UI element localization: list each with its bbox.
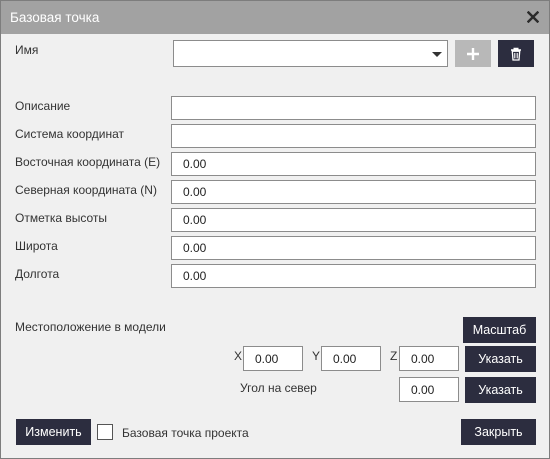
name-label: Имя (15, 43, 39, 57)
x-axis-label: X (234, 349, 243, 363)
base-point-dialog: Базовая точка Имя Описание Система коорд… (0, 0, 550, 459)
pick-location-button[interactable]: Указать (465, 346, 536, 372)
northing-label: Северная координата (N) (15, 183, 157, 197)
close-dialog-button[interactable]: Закрыть (461, 419, 536, 445)
north-angle-field[interactable] (399, 377, 459, 402)
delete-name-button[interactable] (498, 40, 534, 67)
plus-icon (467, 47, 479, 60)
coord-system-field[interactable] (171, 124, 536, 148)
latitude-label: Широта (15, 239, 58, 253)
z-coordinate-field[interactable] (399, 346, 459, 371)
elevation-field[interactable] (171, 208, 536, 232)
title-bar[interactable]: Базовая точка (1, 1, 549, 34)
close-icon (527, 11, 539, 23)
add-name-button[interactable] (455, 40, 491, 67)
elevation-label: Отметка высоты (15, 211, 108, 225)
latitude-field[interactable] (171, 236, 536, 260)
description-field[interactable] (171, 96, 536, 120)
easting-label: Восточная координата (E) (15, 155, 161, 169)
pick-north-angle-button[interactable]: Указать (465, 377, 536, 403)
project-base-point-checkbox[interactable] (97, 424, 113, 440)
northing-field[interactable] (171, 180, 536, 204)
modify-button[interactable]: Изменить (16, 419, 91, 445)
north-angle-label: Угол на север (240, 381, 317, 395)
x-coordinate-field[interactable] (243, 346, 303, 371)
z-axis-label: Z (390, 349, 398, 363)
y-coordinate-field[interactable] (321, 346, 381, 371)
longitude-label: Долгота (15, 267, 60, 281)
scale-button[interactable]: Масштаб (463, 317, 536, 343)
description-label: Описание (15, 99, 71, 113)
chevron-down-icon (432, 52, 442, 57)
model-location-label: Местоположение в модели (15, 320, 166, 334)
coord-system-label: Система координат (15, 127, 125, 141)
trash-icon (511, 47, 521, 61)
longitude-field[interactable] (171, 264, 536, 288)
project-base-point-label: Базовая точка проекта (122, 426, 249, 440)
easting-field[interactable] (171, 152, 536, 176)
close-button[interactable] (523, 7, 543, 27)
name-select[interactable] (173, 40, 448, 67)
y-axis-label: Y (312, 349, 321, 363)
dialog-title: Базовая точка (10, 10, 100, 25)
